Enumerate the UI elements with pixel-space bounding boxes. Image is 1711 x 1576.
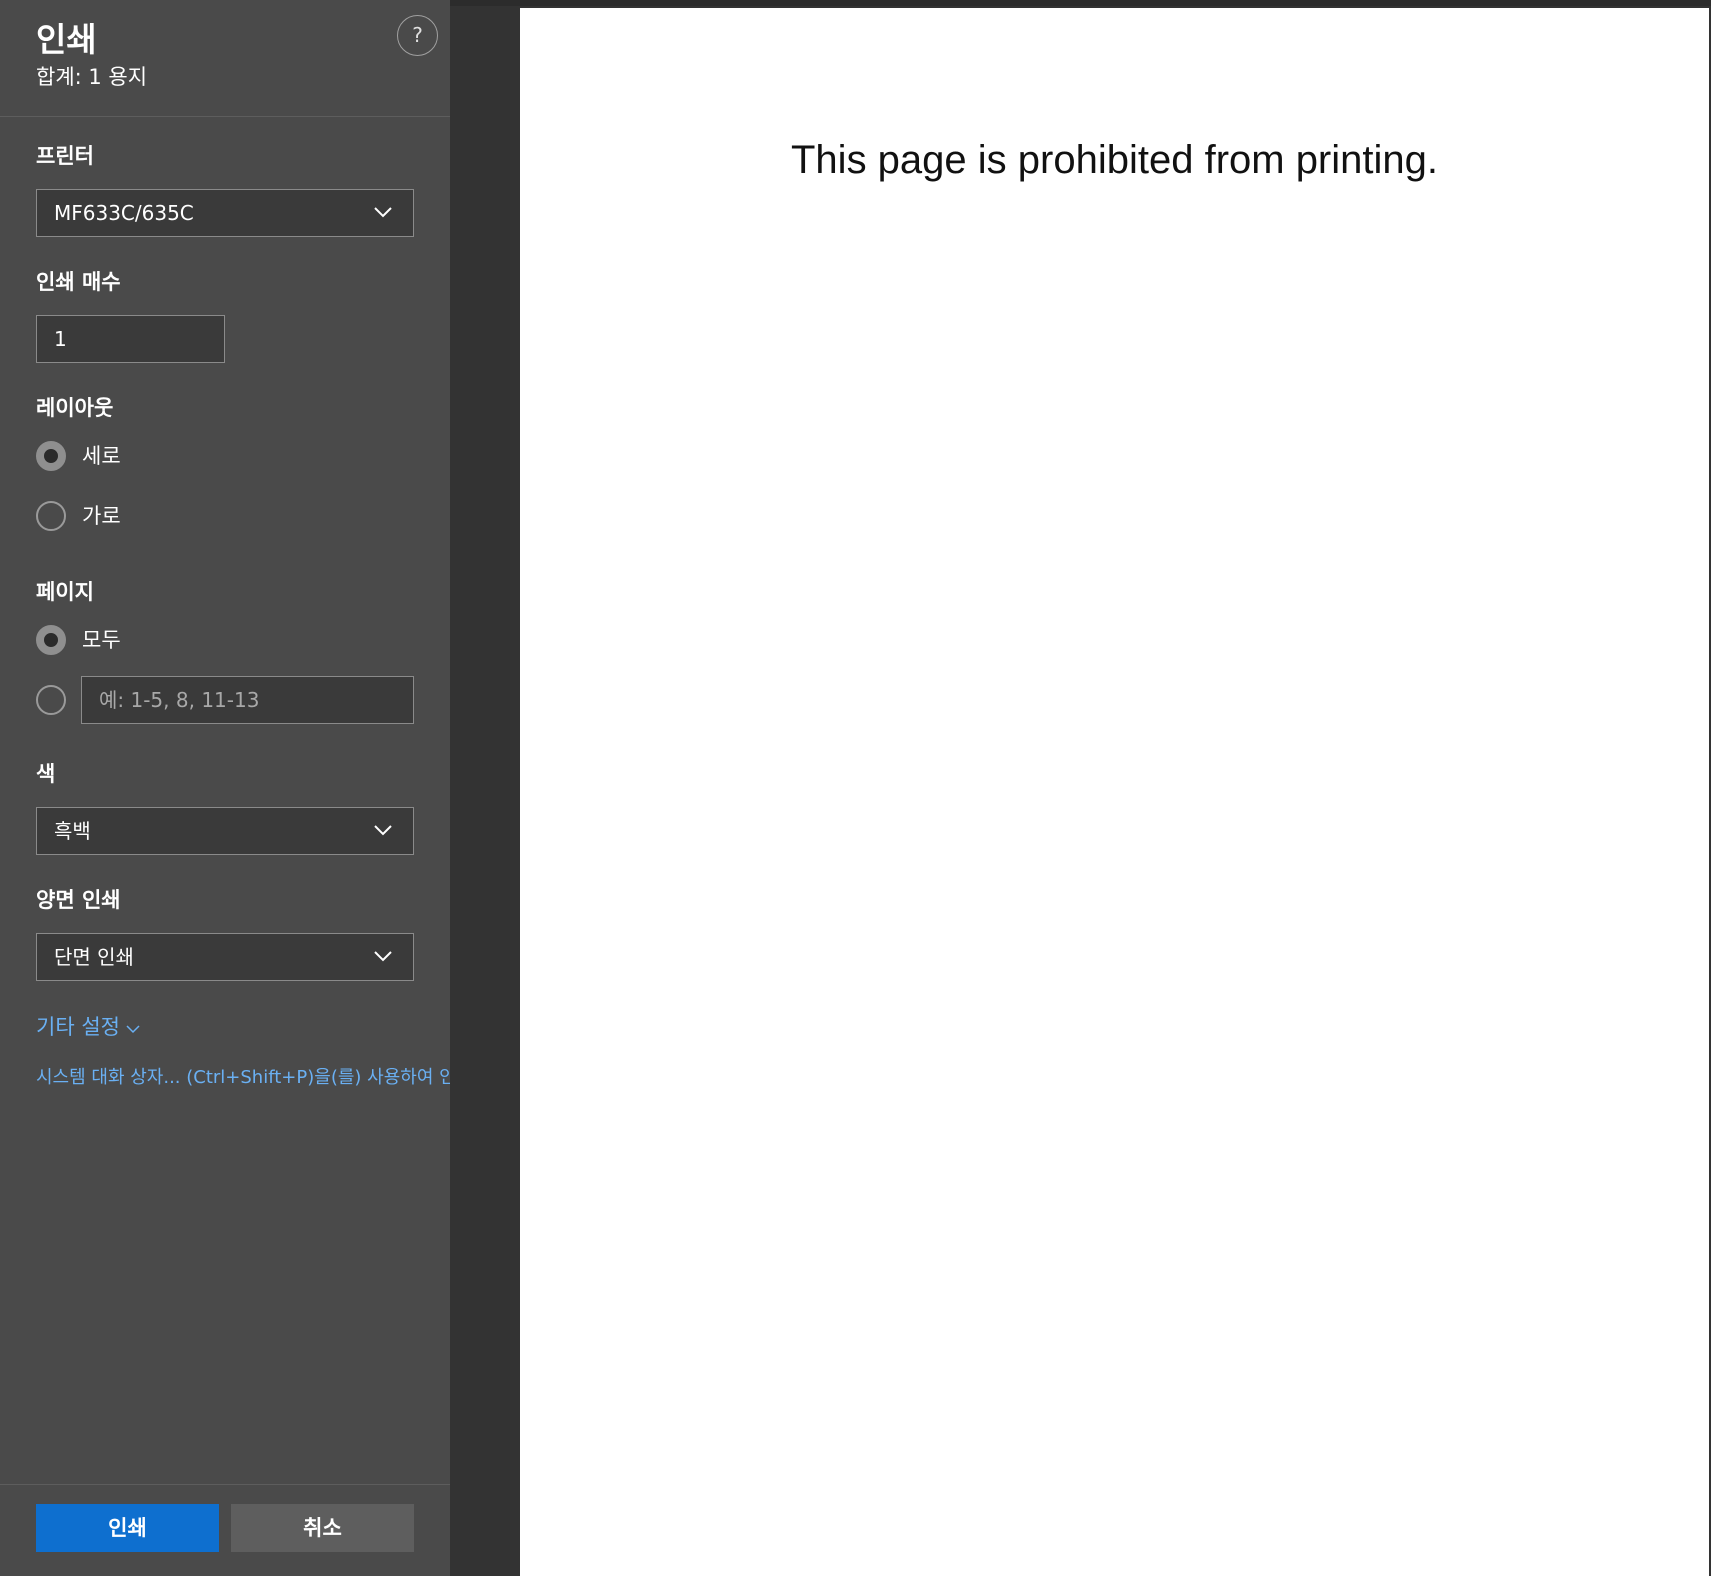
more-settings-label: 기타 설정 [36,1015,120,1039]
print-preview-page: This page is prohibited from printing. [520,8,1709,1576]
panel-footer: 인쇄 취소 [0,1484,450,1576]
pages-label: 페이지 [36,580,94,604]
copies-input-value: 1 [54,327,67,351]
sheet-count-summary: 합계: 1 용지 [36,65,148,89]
printer-select-value: MF633C/635C [54,201,194,225]
system-dialog-link[interactable]: 시스템 대화 상자... (Ctrl+Shift+P)을(를) 사용하여 인 [36,1064,450,1092]
layout-landscape-label[interactable]: 가로 [82,501,121,531]
layout-portrait-radio[interactable] [36,441,66,471]
layout-label: 레이아웃 [36,396,114,420]
cancel-button[interactable]: 취소 [231,1504,414,1552]
copies-input[interactable]: 1 [36,315,225,363]
copies-label: 인쇄 매수 [36,270,121,294]
chevron-down-icon [374,207,392,218]
chevron-down-icon [374,825,392,836]
duplex-select[interactable]: 단면 인쇄 [36,933,414,981]
chevron-down-icon [374,951,392,962]
pages-range-placeholder: 예: 1-5, 8, 11-13 [99,688,260,712]
printer-select[interactable]: MF633C/635C [36,189,414,237]
preview-message: This page is prohibited from printing. [791,138,1438,182]
help-button[interactable]: ? [397,15,438,56]
print-settings-panel: 인쇄 합계: 1 용지 ? 프린터 MF633C/635C 인쇄 매수 1 레이… [0,0,450,1576]
color-select[interactable]: 흑백 [36,807,414,855]
printer-label: 프린터 [36,144,94,168]
pages-all-radio[interactable] [36,625,66,655]
duplex-label: 양면 인쇄 [36,888,121,912]
color-label: 색 [36,762,56,786]
help-icon: ? [412,23,423,47]
duplex-select-value: 단면 인쇄 [54,945,134,969]
pages-range-input[interactable]: 예: 1-5, 8, 11-13 [81,676,414,724]
layout-portrait-label[interactable]: 세로 [82,441,121,471]
chevron-down-icon [126,1025,140,1034]
layout-landscape-radio[interactable] [36,501,66,531]
pages-all-label[interactable]: 모두 [82,625,121,655]
pages-custom-radio[interactable] [36,685,66,715]
panel-header: 인쇄 합계: 1 용지 ? [0,0,450,117]
more-settings-link[interactable]: 기타 설정 [36,1012,140,1042]
print-title: 인쇄 [36,20,97,59]
print-button[interactable]: 인쇄 [36,1504,219,1552]
color-select-value: 흑백 [54,819,91,843]
preview-top-bar [450,0,1711,6]
